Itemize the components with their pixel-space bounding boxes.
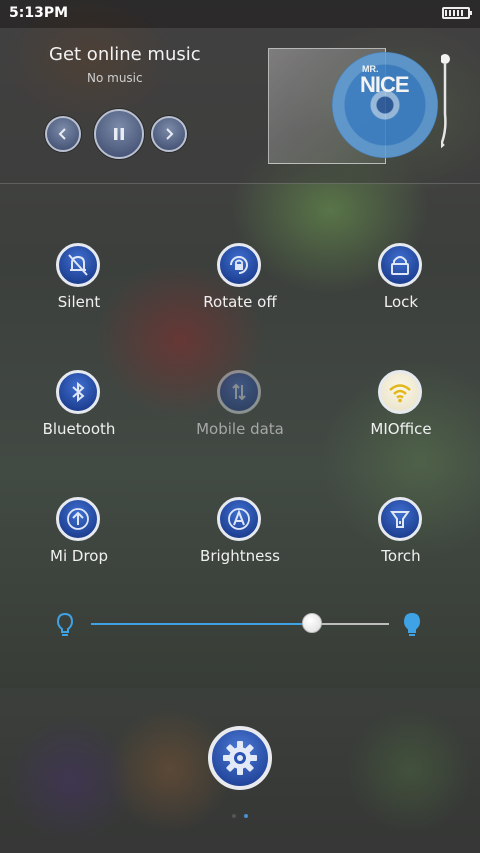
toggle-silent-label: Silent <box>57 293 101 311</box>
brightness-slider-fill <box>91 623 312 625</box>
gear-icon <box>223 741 257 775</box>
bluetooth-icon <box>56 370 100 414</box>
page-indicator-dot-active <box>244 814 248 818</box>
toggle-torch[interactable]: Torch <box>331 497 471 587</box>
album-art-text: NICE <box>360 72 410 97</box>
previous-button[interactable] <box>45 116 81 152</box>
next-button[interactable] <box>151 116 187 152</box>
tonearm-icon <box>441 54 450 152</box>
page-indicator-dot <box>232 814 236 818</box>
toggle-wifi[interactable]: MIOffice <box>331 370 471 460</box>
toggle-bluetooth-label: Bluetooth <box>42 420 116 438</box>
brightness-slider-thumb[interactable] <box>302 613 322 633</box>
control-center-screen: 5:13PM Get online music No music MR. NIC… <box>0 0 480 853</box>
bulb-dim-icon <box>56 612 74 636</box>
toggle-brightness-label: Brightness <box>200 547 280 565</box>
music-title[interactable]: Get online music <box>49 44 201 65</box>
toggle-mi-drop-label: Mi Drop <box>50 547 108 565</box>
toggle-bluetooth[interactable]: Bluetooth <box>9 370 149 460</box>
bulb-bright-icon <box>403 612 421 636</box>
toggle-mi-drop[interactable]: Mi Drop <box>9 497 149 587</box>
wifi-icon <box>378 370 422 414</box>
torch-icon <box>378 497 422 541</box>
previous-icon <box>47 118 79 150</box>
pause-button[interactable] <box>94 109 144 159</box>
lock-icon <box>378 243 422 287</box>
toggle-lock[interactable]: Lock <box>331 243 471 333</box>
disc-icon <box>332 52 438 158</box>
mobile-data-icon <box>217 370 261 414</box>
toggle-torch-label: Torch <box>381 547 421 565</box>
music-widget[interactable]: Get online music No music MR. NICE <box>0 28 480 184</box>
settings-button[interactable] <box>208 726 272 790</box>
brightness-auto-icon <box>217 497 261 541</box>
bell-off-icon <box>56 243 100 287</box>
battery-full-icon <box>442 7 472 19</box>
toggle-silent[interactable]: Silent <box>9 243 149 333</box>
toggle-rotate-label: Rotate off <box>203 293 277 311</box>
toggle-wifi-label: MIOffice <box>370 420 432 438</box>
toggle-mobile-data[interactable]: Mobile data <box>170 370 310 460</box>
music-subtitle: No music <box>87 71 143 85</box>
toggle-rotate[interactable]: Rotate off <box>170 243 310 333</box>
status-bar: 5:13PM <box>0 0 480 28</box>
mi-drop-icon <box>56 497 100 541</box>
toggle-lock-label: Lock <box>383 293 419 311</box>
next-icon <box>153 118 185 150</box>
toggle-mobile-data-label: Mobile data <box>196 420 284 438</box>
brightness-slider[interactable] <box>91 613 389 633</box>
rotate-lock-icon <box>217 243 261 287</box>
pause-icon <box>96 111 142 157</box>
toggle-brightness[interactable]: Brightness <box>170 497 310 587</box>
status-time: 5:13PM <box>9 5 69 21</box>
